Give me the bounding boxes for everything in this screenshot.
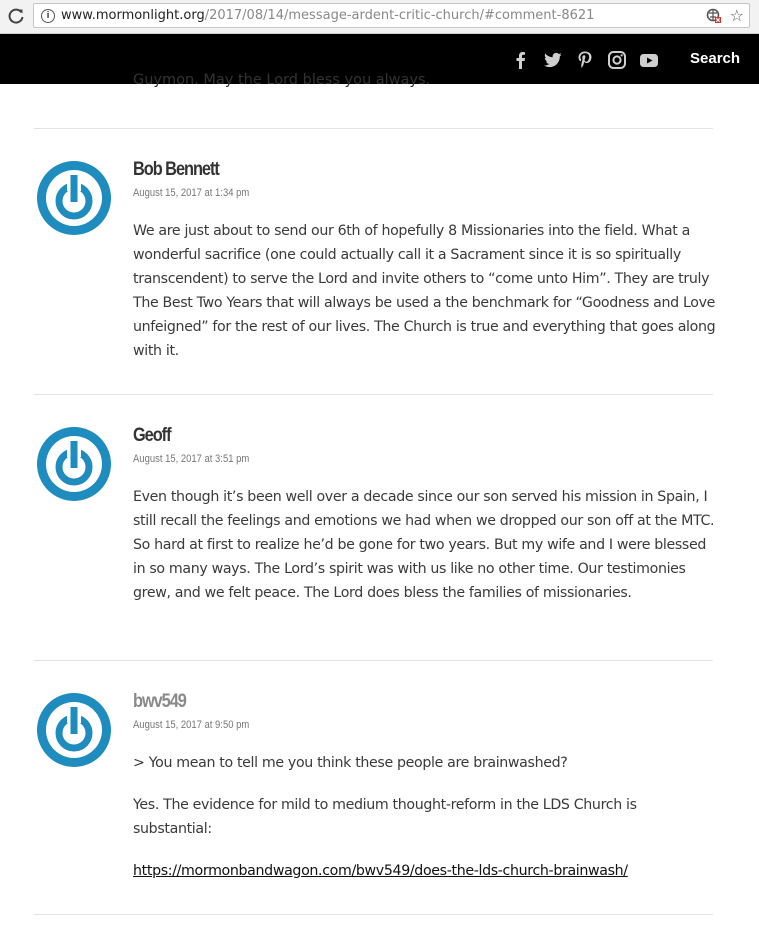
comment-body: > You mean to tell me you think these pe… xyxy=(133,751,718,901)
url-path: /2017/08/14/message-ardent-critic-church… xyxy=(204,8,595,23)
comment-author-link[interactable]: bwv549 xyxy=(133,691,187,713)
comment-body: Even though it’s been well over a decade… xyxy=(133,485,718,623)
instagram-icon[interactable] xyxy=(607,50,627,70)
comment-paragraph: Yes. The evidence for mild to medium tho… xyxy=(133,797,637,837)
divider xyxy=(34,394,713,395)
avatar-icon[interactable] xyxy=(37,161,111,235)
comment-date[interactable]: August 15, 2017 at 9:50 pm xyxy=(133,719,249,731)
url-host: www.mormonlight.org xyxy=(61,8,205,23)
avatar-icon[interactable] xyxy=(37,427,111,501)
comment-date[interactable]: August 15, 2017 at 3:51 pm xyxy=(133,453,249,465)
comment-date[interactable]: August 15, 2017 at 1:34 pm xyxy=(133,187,249,199)
address-bar[interactable]: i www.mormonlight.org/2017/08/14/message… xyxy=(33,3,750,28)
bookmark-star-icon[interactable]: ☆ xyxy=(730,6,744,25)
divider xyxy=(34,128,713,129)
url-text[interactable]: www.mormonlight.org/2017/08/14/message-a… xyxy=(61,8,594,23)
comment-author: Geoff xyxy=(133,425,172,446)
twitter-icon[interactable] xyxy=(543,50,563,70)
comment-paragraph: > You mean to tell me you think these pe… xyxy=(133,755,568,771)
search-button[interactable]: Search xyxy=(690,50,740,67)
translate-blocked-icon[interactable] xyxy=(706,8,722,24)
reload-icon[interactable] xyxy=(6,6,26,26)
info-icon[interactable]: i xyxy=(41,9,55,23)
comment-paragraph: We are just about to send our 6th of hop… xyxy=(133,223,716,359)
youtube-icon[interactable] xyxy=(639,50,659,70)
browser-toolbar: i www.mormonlight.org/2017/08/14/message… xyxy=(0,0,759,34)
comment-body: We are just about to send our 6th of hop… xyxy=(133,219,718,381)
partial-comment-text: Guymon. May the Lord bless you always. xyxy=(133,72,431,88)
divider xyxy=(34,914,713,915)
facebook-icon[interactable] xyxy=(511,50,531,70)
pinterest-icon[interactable] xyxy=(575,50,595,70)
comment-paragraph: Even though it’s been well over a decade… xyxy=(133,489,715,601)
comment-link[interactable]: https://mormonbandwagon.com/bwv549/does-… xyxy=(133,863,628,879)
comment-author: Bob Bennett xyxy=(133,159,220,180)
divider xyxy=(34,660,713,661)
avatar-icon[interactable] xyxy=(37,693,111,767)
